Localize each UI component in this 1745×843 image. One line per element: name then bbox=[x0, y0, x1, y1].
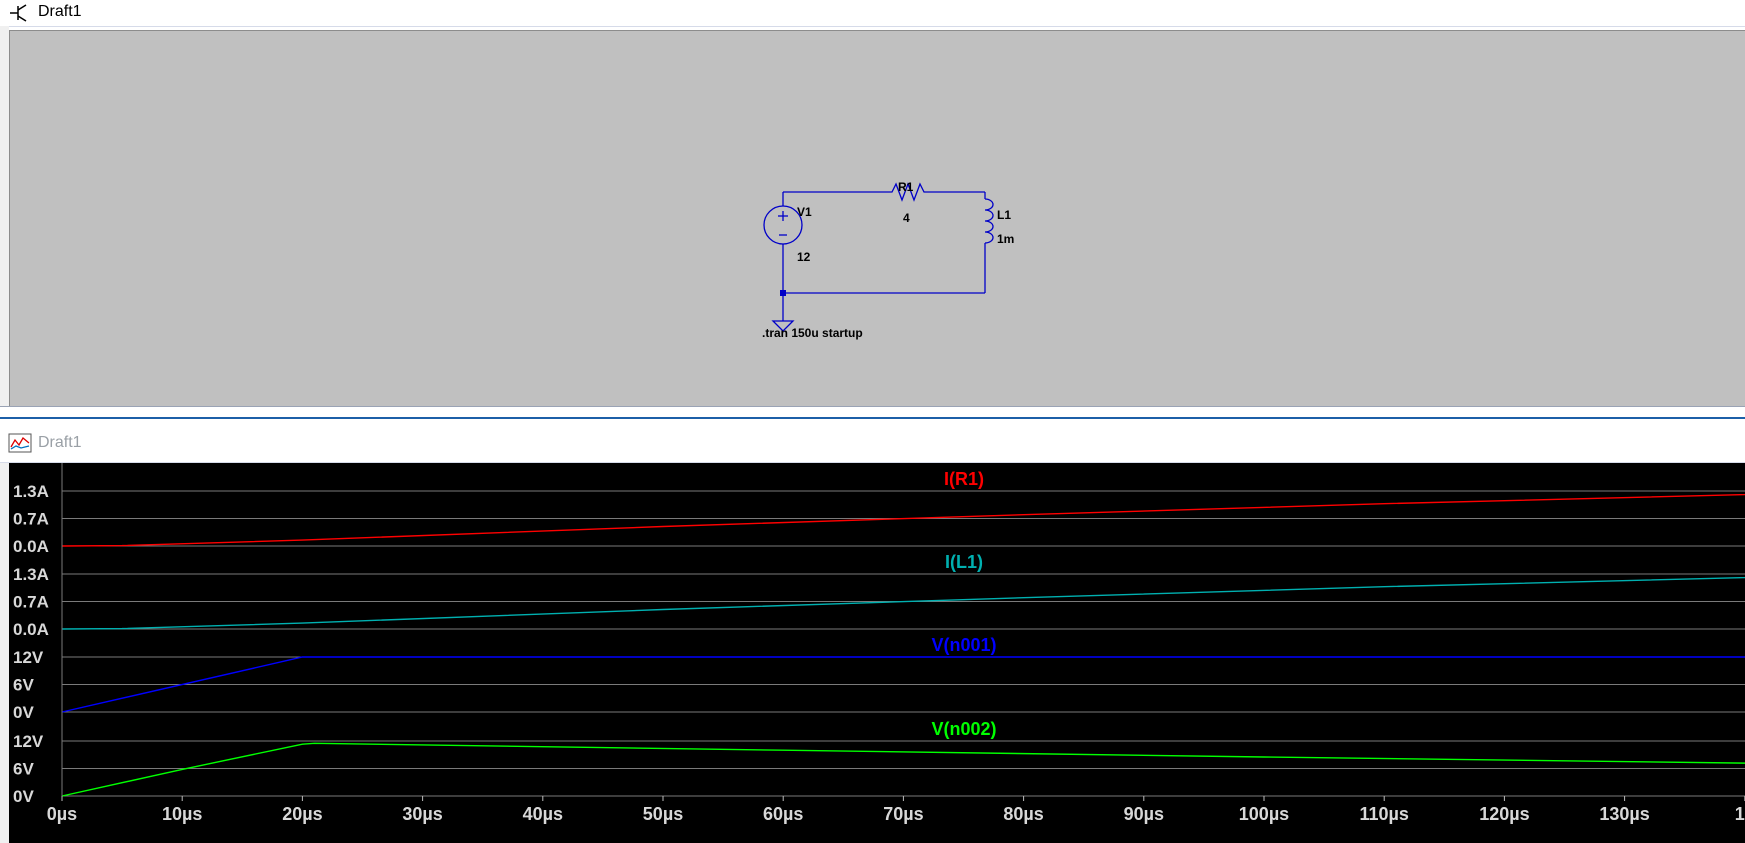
y-tick-label: 6V bbox=[13, 760, 34, 779]
x-tick-label: 14 bbox=[1735, 804, 1745, 824]
x-tick-label: 80µs bbox=[1003, 804, 1043, 824]
v1-value-label[interactable]: 12 bbox=[797, 250, 811, 264]
y-tick-label: 0V bbox=[13, 787, 34, 806]
x-tick-label: 90µs bbox=[1124, 804, 1164, 824]
x-tick-label: 130µs bbox=[1599, 804, 1649, 824]
trace-label-i-l1-[interactable]: I(L1) bbox=[945, 552, 983, 572]
trace-label-v-n001-[interactable]: V(n001) bbox=[931, 635, 996, 655]
v1-name-label[interactable]: V1 bbox=[797, 205, 812, 219]
x-tick-label: 40µs bbox=[523, 804, 563, 824]
x-tick-label: 10µs bbox=[162, 804, 202, 824]
x-tick-label: 20µs bbox=[282, 804, 322, 824]
schematic-title-bar[interactable]: Draft1 bbox=[0, 0, 1745, 27]
waveform-title-bar[interactable]: Draft1 bbox=[0, 420, 1745, 463]
y-tick-label: 0.0A bbox=[13, 620, 49, 639]
schematic-left-border bbox=[0, 26, 9, 408]
waveform-icon bbox=[8, 432, 32, 459]
y-tick-label: 0.7A bbox=[13, 593, 49, 612]
x-tick-label: 60µs bbox=[763, 804, 803, 824]
tran-directive[interactable]: .tran 150u startup bbox=[762, 326, 863, 340]
trace-line-v-n002-[interactable] bbox=[61, 742, 1745, 797]
y-tick-label: 0.0A bbox=[13, 537, 49, 556]
schematic-canvas[interactable]: V1 12 R1 4 L1 1m .tran 150u startup bbox=[9, 30, 1745, 406]
window-splitter[interactable] bbox=[0, 406, 1745, 419]
x-tick-label: 120µs bbox=[1479, 804, 1529, 824]
x-tick-label: 100µs bbox=[1239, 804, 1289, 824]
trace-line-i-l1-[interactable] bbox=[61, 576, 1745, 630]
schematic-icon bbox=[8, 3, 30, 28]
inductor-l1[interactable] bbox=[984, 198, 994, 244]
trace-label-v-n002-[interactable]: V(n002) bbox=[931, 719, 996, 739]
y-tick-label: 1.3A bbox=[13, 565, 49, 584]
r1-name-label[interactable]: R1 bbox=[898, 180, 914, 194]
trace-label-i-r1-[interactable]: I(R1) bbox=[944, 469, 984, 489]
x-tick-label: 50µs bbox=[643, 804, 683, 824]
y-tick-label: 0V bbox=[13, 703, 34, 722]
y-tick-label: 0.7A bbox=[13, 510, 49, 529]
r1-value-label[interactable]: 4 bbox=[903, 211, 910, 225]
waveform-plot-area[interactable]: 1.3A 0.7A 0.0A I(R1) 1.3A 0.7A 0.0A I(L1) 12V 6V 0… bbox=[9, 463, 1745, 843]
l1-name-label[interactable]: L1 bbox=[997, 208, 1011, 222]
junction-node[interactable] bbox=[780, 290, 786, 296]
waveform-svg[interactable]: 1.3A 0.7A 0.0A I(R1) 1.3A 0.7A 0.0A I(L1) 12V 6V 0… bbox=[9, 463, 1745, 843]
y-tick-label: 12V bbox=[13, 648, 44, 667]
splitter-line bbox=[0, 417, 1745, 419]
y-tick-label: 12V bbox=[13, 732, 44, 751]
x-tick-label: 30µs bbox=[402, 804, 442, 824]
y-tick-label: 6V bbox=[13, 676, 34, 695]
trace-line-i-r1-[interactable] bbox=[61, 493, 1745, 547]
l1-value-label[interactable]: 1m bbox=[997, 232, 1014, 246]
y-tick-label: 1.3A bbox=[13, 482, 49, 501]
x-tick-label: 0µs bbox=[47, 804, 77, 824]
x-tick-label: 70µs bbox=[883, 804, 923, 824]
schematic-window-title: Draft1 bbox=[38, 3, 82, 20]
waveform-window-title: Draft1 bbox=[38, 434, 82, 451]
x-tick-label: 110µs bbox=[1359, 804, 1408, 824]
waveform-left-border bbox=[0, 463, 9, 843]
